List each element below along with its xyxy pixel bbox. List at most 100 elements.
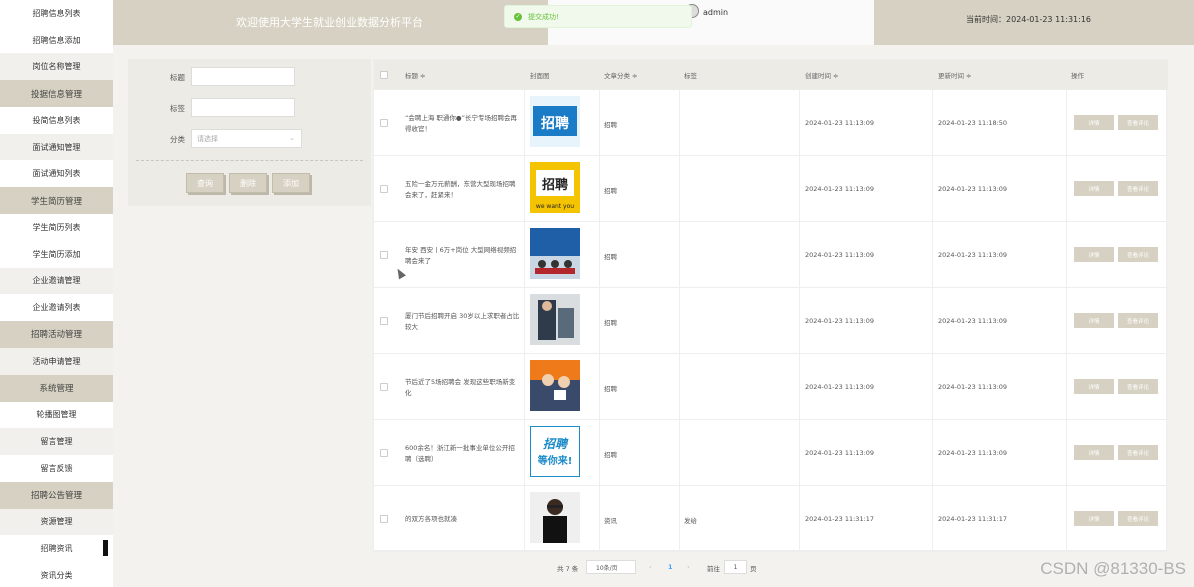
sidebar-item[interactable]: 资源管理: [0, 508, 113, 536]
sidebar-item[interactable]: 学生简历管理: [0, 187, 113, 215]
table-row[interactable]: 节后近了5场招聘会 发现这些职场新变化 招聘 2024-01-23 11:13:09…: [374, 354, 1168, 420]
sidebar-item-label: 面试通知管理: [32, 142, 81, 152]
view-comments-button[interactable]: 查看评论: [1118, 313, 1158, 328]
table-row[interactable]: 年安 西安丨6万+岗位 大型网络视频招聘会来了 招聘 2024-01-23 11:1…: [374, 222, 1168, 288]
col-divider: [1066, 288, 1067, 354]
sidebar-item[interactable]: 投据信息管理: [0, 80, 113, 108]
sidebar-item[interactable]: 学生简历添加: [0, 240, 113, 268]
add-button[interactable]: 添加: [272, 173, 310, 193]
title-input[interactable]: [191, 67, 295, 86]
sidebar-item[interactable]: 招聘公告管理: [0, 481, 113, 509]
row-checkbox[interactable]: [380, 185, 388, 193]
row-checkbox[interactable]: [380, 119, 388, 127]
detail-button[interactable]: 详情: [1074, 379, 1114, 394]
col-divider: [599, 486, 600, 552]
sidebar-item[interactable]: 招聘信息列表: [0, 0, 113, 27]
cell-title: “会聘上海 职通你●”长宁专场招聘会再得收官！: [405, 114, 517, 133]
cell-updated: 2024-01-23 11:31:17: [938, 515, 1008, 523]
col-divider: [524, 486, 525, 552]
category-select[interactable]: 请选择 ⌄: [191, 129, 302, 148]
view-comments-button[interactable]: 查看评论: [1118, 511, 1158, 526]
view-comments-button[interactable]: 查看评论: [1118, 445, 1158, 460]
cell-category: 招聘: [604, 253, 617, 261]
divider: [136, 160, 363, 161]
page-size-select[interactable]: 10条/页: [586, 560, 636, 574]
table-row[interactable]: 的双方各项也就凑 资讯 发给 2024-01-23 11:31:17 2024-01-2…: [374, 486, 1168, 552]
detail-button[interactable]: 详情: [1074, 247, 1114, 262]
sidebar-item[interactable]: 招聘资讯: [0, 535, 113, 562]
sidebar-item[interactable]: 留言反馈: [0, 454, 113, 482]
sidebar-item[interactable]: 留言管理: [0, 428, 113, 455]
tag-input[interactable]: [191, 98, 295, 117]
view-comments-button[interactable]: 查看评论: [1118, 247, 1158, 262]
view-comments-button[interactable]: 查看评论: [1118, 115, 1158, 130]
detail-button[interactable]: 详情: [1074, 445, 1114, 460]
sidebar-item[interactable]: 系统管理: [0, 374, 113, 402]
detail-button[interactable]: 详情: [1074, 181, 1114, 196]
th-title[interactable]: 标题 ≑: [405, 70, 426, 80]
sidebar-item[interactable]: 企业邀请管理: [0, 267, 113, 295]
table-row[interactable]: 五险一金万元薪酬，东营大型现场招聘会来了，赶紧来！ 招聘 we want you 招聘…: [374, 156, 1168, 222]
category-label: 分类: [170, 135, 185, 144]
col-divider: [679, 222, 680, 288]
sidebar-item-label: 学生简历管理: [30, 196, 82, 207]
cell-updated: 2024-01-23 11:18:50: [938, 119, 1008, 127]
delete-button[interactable]: 删除: [229, 173, 267, 193]
table-row[interactable]: 600余名！浙江新一批事业单位公开招聘（选聘） 招聘 等你来! 招聘 2024-01-2…: [374, 420, 1168, 486]
row-checkbox[interactable]: [380, 515, 388, 523]
select-all-checkbox[interactable]: [380, 71, 388, 79]
cell-title: 年安 西安丨6万+岗位 大型网络视频招聘会来了: [405, 246, 517, 265]
goto-input[interactable]: 1: [724, 560, 747, 574]
sidebar-item[interactable]: 企业邀请列表: [0, 294, 113, 321]
row-checkbox[interactable]: [380, 449, 388, 457]
detail-button[interactable]: 详情: [1074, 313, 1114, 328]
view-comments-button[interactable]: 查看评论: [1118, 181, 1158, 196]
cover-image: 招聘: [530, 96, 580, 147]
view-comments-button[interactable]: 查看评论: [1118, 379, 1158, 394]
th-created[interactable]: 创建时间 ≑: [805, 70, 839, 80]
col-divider: [1066, 486, 1067, 552]
sidebar-item[interactable]: 招聘活动管理: [0, 320, 113, 348]
th-updated[interactable]: 更新时间 ≑: [938, 70, 972, 80]
col-divider: [599, 222, 600, 288]
row-checkbox[interactable]: [380, 383, 388, 391]
sidebar-item-label: 面试通知列表: [32, 169, 81, 179]
pager-total: 共 7 条: [557, 565, 579, 573]
table-row[interactable]: 厦门节后招聘开启 30岁以上求职者占比较大 招聘 2024-01-23 11:13:…: [374, 288, 1168, 354]
sidebar-item[interactable]: 资讯分类: [0, 562, 113, 587]
sidebar-item[interactable]: 岗位名称管理: [0, 53, 113, 81]
row-checkbox[interactable]: [380, 251, 388, 259]
sidebar-item[interactable]: 轮播图管理: [0, 401, 113, 429]
th-category[interactable]: 文章分类 ≑: [604, 70, 638, 80]
sidebar-item-label: 留言管理: [40, 437, 73, 447]
cell-category: 资讯: [604, 517, 617, 525]
col-divider: [799, 222, 800, 288]
sidebar-item-label: 企业邀请列表: [32, 303, 81, 313]
cover-image: 招聘 we want you: [530, 162, 580, 213]
sidebar-item[interactable]: 面试通知管理: [0, 133, 113, 161]
cell-category: 招聘: [604, 451, 617, 459]
sidebar-item[interactable]: 面试通知列表: [0, 160, 113, 188]
col-divider: [524, 420, 525, 486]
row-checkbox[interactable]: [380, 317, 388, 325]
sidebar-item[interactable]: 学生简历列表: [0, 214, 113, 241]
cell-title: 五险一金万元薪酬，东营大型现场招聘会来了，赶紧来！: [405, 180, 516, 199]
sidebar-item-label: 招聘公告管理: [30, 491, 82, 502]
next-page-button[interactable]: ›: [687, 563, 690, 571]
sidebar-item[interactable]: 投简信息列表: [0, 107, 113, 134]
user-name[interactable]: admin: [703, 8, 728, 17]
detail-button[interactable]: 详情: [1074, 115, 1114, 130]
col-divider: [679, 486, 680, 552]
cell-category: 招聘: [604, 187, 617, 195]
col-divider: [799, 420, 800, 486]
table-row[interactable]: “会聘上海 职通你●”长宁专场招聘会再得收官！ 招聘 招聘 2024-01-23 11…: [374, 90, 1168, 156]
query-button[interactable]: 查询: [186, 173, 224, 193]
page-number-current[interactable]: 1: [668, 563, 673, 571]
detail-button[interactable]: 详情: [1074, 511, 1114, 526]
prev-page-button[interactable]: ‹: [649, 563, 652, 571]
col-divider: [599, 420, 600, 486]
sidebar-item[interactable]: 活动申请管理: [0, 347, 113, 375]
col-divider: [524, 90, 525, 156]
cell-created: 2024-01-23 11:31:17: [805, 515, 875, 523]
sidebar-item[interactable]: 招聘信息添加: [0, 26, 113, 54]
